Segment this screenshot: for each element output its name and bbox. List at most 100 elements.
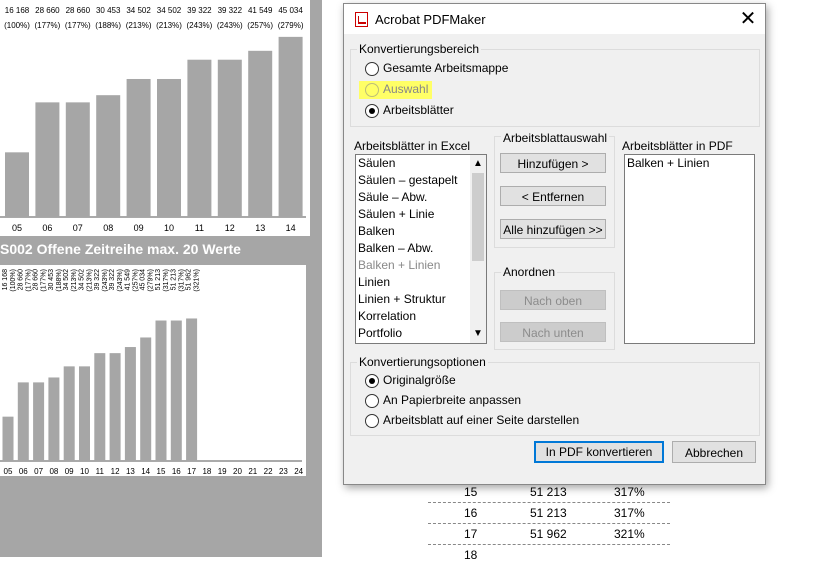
tick-label-09: 09 (65, 467, 74, 476)
sheet-title: S002 Offene Zeitreihe max. 20 Werte (0, 241, 241, 257)
list-item[interactable]: Balken (356, 223, 486, 240)
value-label: 39 322 (187, 6, 212, 15)
tick-label-10: 10 (164, 223, 174, 233)
tick-label-17: 17 (187, 467, 196, 476)
value-label: 16 168 (5, 6, 30, 15)
convert-to-pdf-button[interactable]: In PDF konvertieren (534, 441, 664, 463)
bar-17 (186, 318, 198, 461)
table-row[interactable]: 16 51 213 317% (428, 503, 670, 524)
percent-label: (243%) (217, 21, 243, 30)
bar-13 (124, 347, 136, 461)
bar-15 (155, 320, 167, 461)
list-item[interactable]: Balken – Abw. (356, 240, 486, 257)
table-row[interactable]: 15 51 213 317% (428, 482, 670, 503)
radio-label: An Papierbreite anpassen (383, 393, 522, 407)
list-item[interactable]: Säulen – gestapelt (356, 172, 486, 189)
bar-06 (17, 382, 29, 461)
table-row[interactable]: 18 (428, 545, 670, 565)
bar-chart-bottom[interactable]: 05 16 168 (100%) 06 28 660 (177%) 07 28 660 (177… (0, 265, 306, 476)
value-label: 28 660 (35, 6, 60, 15)
scroll-up-icon[interactable]: ▲ (470, 157, 486, 171)
pdfmaker-dialog: Acrobat PDFMaker ✕ Konvertierungsbereich… (343, 3, 766, 485)
percent-label: (279%) (148, 269, 155, 292)
tick-label-12: 12 (225, 223, 235, 233)
radio-label: Auswahl (383, 82, 429, 96)
bar-08 (96, 95, 121, 217)
percent-label: (177%) (25, 269, 32, 292)
bar-chart-bottom-svg: 0516 168 (100%)0628 660 (177%)0728 660 (177… (0, 269, 304, 476)
listbox-scrollbar[interactable]: ▲ ▼ (470, 155, 486, 343)
bar-chart-top[interactable]: 05 16 168 (100%) 06 28 660 (177%) 07 28 660 (177… (0, 0, 310, 236)
close-button[interactable]: ✕ (731, 4, 765, 34)
table-row[interactable]: 17 51 962 321% (428, 524, 670, 545)
value-label: 51 962 (186, 269, 193, 291)
value-label: 16 168 (2, 269, 9, 291)
tick-label-06: 06 (42, 223, 52, 233)
percent-label: (243%) (187, 21, 213, 30)
add-all-button[interactable]: Alle hinzufügen >> (500, 219, 606, 239)
tick-label-15: 15 (157, 467, 166, 476)
value-label: 30 453 (48, 269, 55, 291)
list-item[interactable]: Balken + Linien (625, 155, 754, 172)
bar-08 (48, 377, 60, 461)
sheet-selection-label: Arbeitsblattauswahl (501, 131, 610, 145)
value-label: 28 660 (17, 269, 24, 291)
cancel-button[interactable]: Abbrechen (672, 441, 756, 463)
list-item[interactable]: Korrelation (356, 308, 486, 325)
list-item[interactable]: Linien (356, 274, 486, 291)
pdf-sheets-listbox[interactable]: Balken + Linien (624, 154, 755, 344)
value-label: 41 549 (248, 6, 273, 15)
value-label: 34 502 (126, 6, 151, 15)
percent-label: (100%) (4, 21, 30, 30)
percent-label: (100%) (10, 269, 17, 292)
percent-label: (177%) (41, 269, 48, 292)
row-number: 18 (464, 548, 478, 562)
value-label: 34 502 (157, 6, 182, 15)
radio-circle (365, 62, 379, 76)
percent-label: (317%) (163, 269, 170, 292)
list-item-dimmed[interactable]: Balken + Linien (356, 257, 486, 274)
excel-sheets-listbox[interactable]: Säulen Säulen – gestapelt Säule – Abw. S… (355, 154, 487, 344)
dialog-titlebar[interactable]: Acrobat PDFMaker ✕ (344, 4, 765, 34)
value-label: 28 660 (33, 269, 40, 291)
dialog-title: Acrobat PDFMaker (375, 12, 486, 27)
tick-label-14: 14 (286, 223, 296, 233)
radio-label: Originalgröße (383, 373, 456, 387)
list-item[interactable]: Linien + Struktur (356, 291, 486, 308)
tick-label-24: 24 (294, 467, 303, 476)
percent-label: (213%) (87, 269, 94, 292)
tick-label-21: 21 (248, 467, 257, 476)
row-percent: 317% (614, 506, 645, 520)
arrange-label: Anordnen (501, 265, 558, 279)
tick-label-05: 05 (4, 467, 13, 476)
row-number: 16 (464, 506, 478, 520)
list-item[interactable]: Säulen (356, 155, 486, 172)
percent-label: (177%) (65, 21, 91, 30)
scroll-thumb[interactable] (472, 173, 484, 261)
move-down-button[interactable]: Nach unten (500, 322, 606, 342)
list-item[interactable]: Portfolio (356, 325, 486, 342)
remove-button[interactable]: < Entfernen (500, 186, 606, 206)
radio-label: Arbeitsblätter (383, 103, 454, 117)
tick-label-13: 13 (126, 467, 135, 476)
value-label: 41 549 (124, 269, 131, 291)
bar-13 (248, 50, 273, 217)
data-table: 15 51 213 317% 16 51 213 317% 17 51 962 … (428, 482, 670, 565)
tick-label-05: 05 (12, 223, 22, 233)
tick-label-23: 23 (279, 467, 288, 476)
list-item[interactable]: Säule – Abw. (356, 189, 486, 206)
value-label: 39 322 (109, 269, 116, 291)
value-label: 39 322 (94, 269, 101, 291)
tick-label-12: 12 (111, 467, 120, 476)
bar-chart-top-svg: 05 16 168 (100%) 06 28 660 (177%) 07 28 660 (177… (0, 6, 306, 233)
radio-label: Arbeitsblatt auf einer Seite darstellen (383, 413, 580, 427)
move-up-button[interactable]: Nach oben (500, 290, 606, 310)
add-button[interactable]: Hinzufügen > (500, 153, 606, 173)
tick-label-13: 13 (255, 223, 265, 233)
percent-label: (177%) (35, 21, 61, 30)
tick-label-20: 20 (233, 467, 242, 476)
list-item[interactable]: Säulen + Linie (356, 206, 486, 223)
tick-label-08: 08 (49, 467, 58, 476)
conversion-range-label: Konvertierungsbereich (357, 42, 482, 56)
scroll-down-icon[interactable]: ▼ (470, 327, 486, 341)
